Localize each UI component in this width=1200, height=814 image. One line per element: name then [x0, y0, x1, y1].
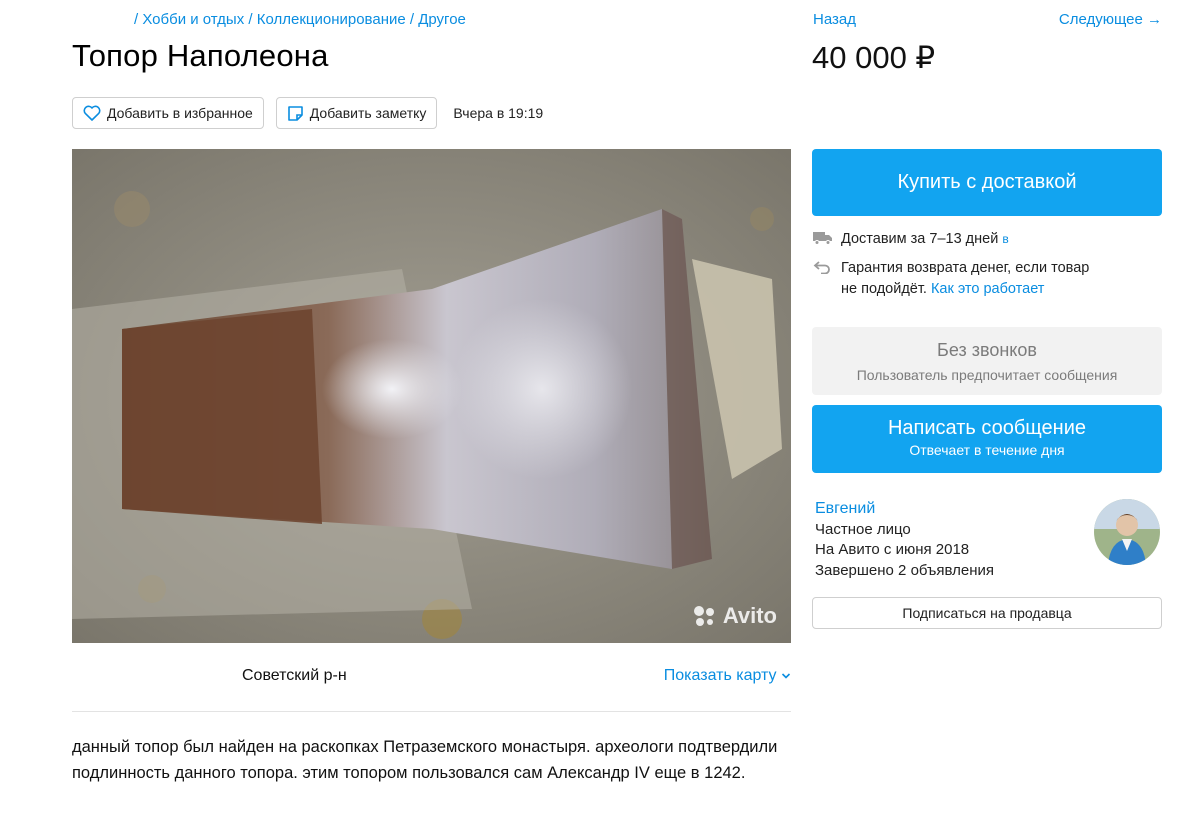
breadcrumb-separator: / [409, 11, 419, 28]
guarantee-info: Гарантия возврата денег, если товар не п… [813, 258, 1089, 300]
return-icon [813, 258, 841, 300]
show-map-label: Показать карту [663, 667, 777, 684]
chevron-down-icon [781, 673, 791, 679]
breadcrumb-item-hobby[interactable]: Хобби и отдых [142, 11, 244, 28]
buy-with-delivery-button[interactable]: Купить с доставкой [812, 149, 1162, 216]
back-link[interactable]: Назад [813, 11, 856, 28]
next-link[interactable]: Следующее → [1059, 11, 1162, 28]
divider [72, 711, 791, 712]
note-icon [287, 105, 303, 121]
guarantee-text-2: не подойдёт. [841, 281, 927, 297]
price: 40 000 ₽ [812, 40, 936, 75]
avito-watermark: Avito [691, 603, 777, 629]
seller-name[interactable]: Евгений [815, 499, 994, 520]
breadcrumb-separator: / [248, 11, 257, 28]
add-note-label: Добавить заметку [309, 105, 427, 121]
page-title: Топор Наполеона [72, 38, 329, 73]
seller-type: Частное лицо [815, 520, 911, 538]
breadcrumb-item-collecting[interactable]: Коллекционирование [257, 11, 406, 28]
heart-icon [83, 105, 101, 121]
posted-date: Вчера в 19:19 [453, 105, 544, 121]
delivery-text: Доставим за 7–13 дней [841, 231, 999, 247]
district-label: Советский р-н [242, 667, 347, 684]
delivery-more-link[interactable]: в [1002, 229, 1008, 252]
no-calls-subtitle: Пользователь предпочитает сообщения [856, 367, 1118, 383]
no-calls-button: Без звонков Пользователь предпочитает со… [812, 327, 1162, 395]
location-row: Советский р-н Показать карту [72, 664, 791, 690]
seller-since: На Авито с июня 2018 [815, 541, 970, 558]
subscribe-to-seller-button[interactable]: Подписаться на продавца [812, 597, 1162, 629]
how-it-works-link[interactable]: Как это работает [931, 281, 1044, 297]
avito-logo-icon [693, 606, 714, 626]
avatar[interactable] [1094, 499, 1160, 565]
no-calls-title: Без звонков [937, 340, 1037, 360]
seller-completed-listings: Завершено 2 объявления [815, 561, 995, 579]
listing-description: данный топор был найден на раскопках Пет… [72, 738, 778, 782]
breadcrumb: / Хобби и отдых / Коллекционирование / Д… [134, 11, 466, 28]
add-note-button[interactable]: Добавить заметку [275, 97, 438, 129]
delivery-info: Доставим за 7–13 дней в [813, 229, 1009, 252]
watermark-text: Avito [722, 603, 777, 628]
show-map-link[interactable]: Показать карту [664, 667, 791, 685]
guarantee-text: Гарантия возврата денег, если товар [841, 260, 1090, 276]
write-message-button[interactable]: Написать сообщение Отвечает в течение дн… [812, 405, 1162, 473]
breadcrumb-item-other[interactable]: Другое [418, 11, 466, 28]
write-message-label: Написать сообщение [887, 417, 1086, 439]
listing-photo[interactable]: Avito [72, 149, 791, 643]
seller-info: Евгений Частное лицо На Авито с июня 201… [815, 499, 994, 581]
seller-avatar-image [1094, 499, 1160, 565]
add-to-favorites-label: Добавить в избранное [107, 105, 253, 121]
truck-icon [813, 229, 841, 252]
listing-actions: Добавить в избранное Добавить заметку Вч… [72, 97, 543, 129]
axe-photo-image [72, 149, 791, 643]
response-time-label: Отвечает в течение дня [909, 442, 1065, 458]
add-to-favorites-button[interactable]: Добавить в избранное [72, 97, 264, 129]
